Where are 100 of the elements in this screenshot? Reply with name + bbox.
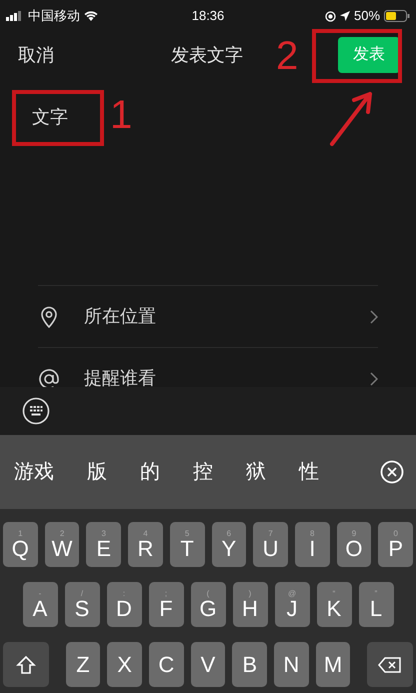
step-number: 2 (276, 36, 298, 76)
key-letter: T (180, 538, 194, 560)
option-row[interactable]: 所在位置 (38, 285, 378, 347)
key-letter: L (370, 598, 382, 620)
chevron-right-icon (370, 372, 378, 386)
battery-icon (384, 10, 410, 22)
candidate-word[interactable]: 狱 (246, 457, 266, 487)
candidate-word[interactable]: 游戏 (14, 457, 54, 487)
key-hint: : (122, 590, 126, 598)
option-label: 提醒谁看 (84, 367, 157, 387)
key-hint: “ (332, 590, 336, 598)
step-number: 1 (110, 95, 132, 135)
shift-arrow-icon (16, 654, 36, 674)
key-letter: F (159, 598, 173, 620)
key-hint: 5 (184, 530, 190, 538)
key-letter: W (52, 538, 72, 560)
keyboard-key[interactable]: 1 Q (2, 522, 38, 567)
key-hint: @ (288, 590, 296, 598)
key-hint: 7 (268, 530, 273, 538)
key-letter: A (32, 598, 48, 620)
key-letter: D (116, 598, 132, 620)
page-title: 发表文字 (171, 44, 243, 66)
at-sign-icon (38, 368, 60, 387)
keyboard-key[interactable]: V (190, 642, 226, 687)
key-letter: M (324, 654, 342, 676)
keyboard-key[interactable]: “ K (316, 582, 352, 627)
option-label: 所在位置 (84, 305, 157, 328)
keyboard-key[interactable]: ; F (148, 582, 184, 627)
keyboard-key[interactable]: ” L (358, 582, 394, 627)
backspace-icon (378, 656, 402, 672)
key-letter: O (345, 538, 363, 560)
keyboard-key[interactable]: ( G (190, 582, 226, 627)
key-hint: 3 (102, 530, 106, 538)
key-letter: B (242, 654, 258, 676)
key-hint: ) (248, 590, 252, 598)
post-text: 文字 (32, 107, 68, 127)
keyboard-key[interactable]: M (316, 642, 350, 687)
key-hint: - (38, 590, 42, 598)
key-hint: 4 (143, 530, 148, 538)
key-letter: U (262, 538, 278, 560)
key-letter: Y (222, 538, 236, 560)
key-letter: X (117, 654, 132, 676)
keyboard-key[interactable]: : D (106, 582, 142, 627)
candidate-word[interactable]: 控 (193, 457, 213, 487)
key-letter: N (283, 654, 300, 676)
key-letter: H (242, 598, 258, 620)
signal-icon (6, 11, 24, 21)
key-hint: 0 (393, 530, 398, 538)
key-letter: R (138, 538, 154, 560)
keyboard-key[interactable]: 2 W (44, 522, 80, 567)
key-letter: E (96, 538, 112, 560)
key-hint: ; (164, 590, 168, 598)
key-letter: G (199, 598, 217, 620)
keyboard-key[interactable]: @ J (274, 582, 310, 627)
key-letter: K (326, 598, 342, 620)
keyboard-key[interactable]: 0 P (378, 522, 414, 567)
keyboard-key[interactable]: 8 I (294, 522, 330, 567)
shift-key[interactable] (3, 642, 49, 687)
delete-key[interactable] (367, 642, 413, 687)
keyboard-key[interactable]: 6 Y (212, 522, 246, 567)
key-letter: S (74, 598, 90, 620)
key-hint: ” (374, 590, 378, 598)
key-letter: Z (76, 654, 90, 676)
location-arrow-icon (340, 11, 350, 21)
key-hint: / (80, 590, 84, 598)
key-hint: ( (206, 590, 210, 598)
key-letter: P (388, 538, 403, 560)
keyboard-key[interactable]: - A (22, 582, 58, 627)
battery-percent: 50% (354, 7, 380, 26)
location-pin-icon (40, 306, 58, 328)
candidate-word[interactable]: 性 (299, 457, 319, 487)
keyboard-key[interactable]: 5 T (170, 522, 204, 567)
key-hint: 1 (18, 530, 23, 538)
key-hint: 8 (310, 530, 314, 538)
key-hint: 9 (352, 530, 356, 538)
keyboard-key[interactable]: C (148, 642, 184, 687)
keyboard-key[interactable]: 7 U (253, 522, 288, 567)
key-hint: 6 (226, 530, 232, 538)
key-letter: V (200, 654, 216, 676)
keyboard-key[interactable]: Z (66, 642, 100, 687)
keyboard-key[interactable]: 3 E (86, 522, 122, 567)
keyboard-key[interactable]: B (232, 642, 268, 687)
chevron-right-icon (370, 310, 378, 324)
keyboard-key[interactable]: N (274, 642, 309, 687)
candidate-word[interactable]: 的 (140, 457, 160, 487)
key-letter: I (309, 538, 316, 560)
close-icon[interactable] (380, 460, 404, 484)
keyboard-key[interactable]: X (107, 642, 142, 687)
clock-time: 18:36 (190, 7, 226, 26)
key-letter: C (158, 654, 174, 676)
carrier-name: 中国移动 (28, 7, 80, 26)
keyboard-key[interactable]: ) H (232, 582, 268, 627)
key-hint: 2 (60, 530, 64, 538)
key-letter: Q (12, 538, 29, 560)
keyboard-icon[interactable] (22, 397, 50, 425)
keyboard-key[interactable]: 4 R (128, 522, 163, 567)
keyboard-key[interactable]: / S (64, 582, 100, 627)
keyboard-key[interactable]: 9 O (336, 522, 372, 567)
candidate-word[interactable]: 版 (87, 457, 107, 487)
cancel-button[interactable]: 取消 (18, 42, 54, 68)
